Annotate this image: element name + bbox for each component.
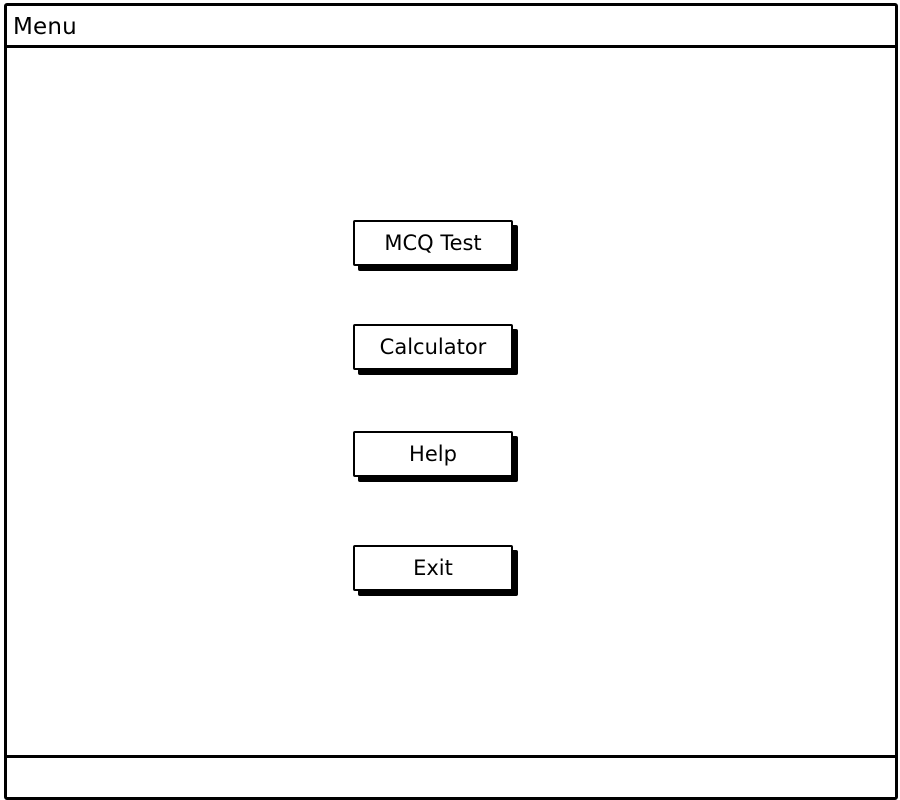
mcq-test-button[interactable]: MCQ Test [353, 220, 513, 266]
menu-content: MCQ Test Calculator Help Exit [7, 48, 895, 752]
calculator-button[interactable]: Calculator [353, 324, 513, 370]
menu-window: Menu MCQ Test Calculator Help Exit [4, 3, 898, 800]
help-button-label: Help [409, 442, 457, 466]
mcq-test-button-label: MCQ Test [384, 231, 482, 255]
exit-button-label: Exit [413, 556, 453, 580]
status-bar [7, 755, 895, 797]
window-title: Menu [13, 14, 77, 40]
calculator-button-label: Calculator [379, 335, 487, 359]
title-bar: Menu [7, 6, 895, 48]
help-button[interactable]: Help [353, 431, 513, 477]
exit-button[interactable]: Exit [353, 545, 513, 591]
